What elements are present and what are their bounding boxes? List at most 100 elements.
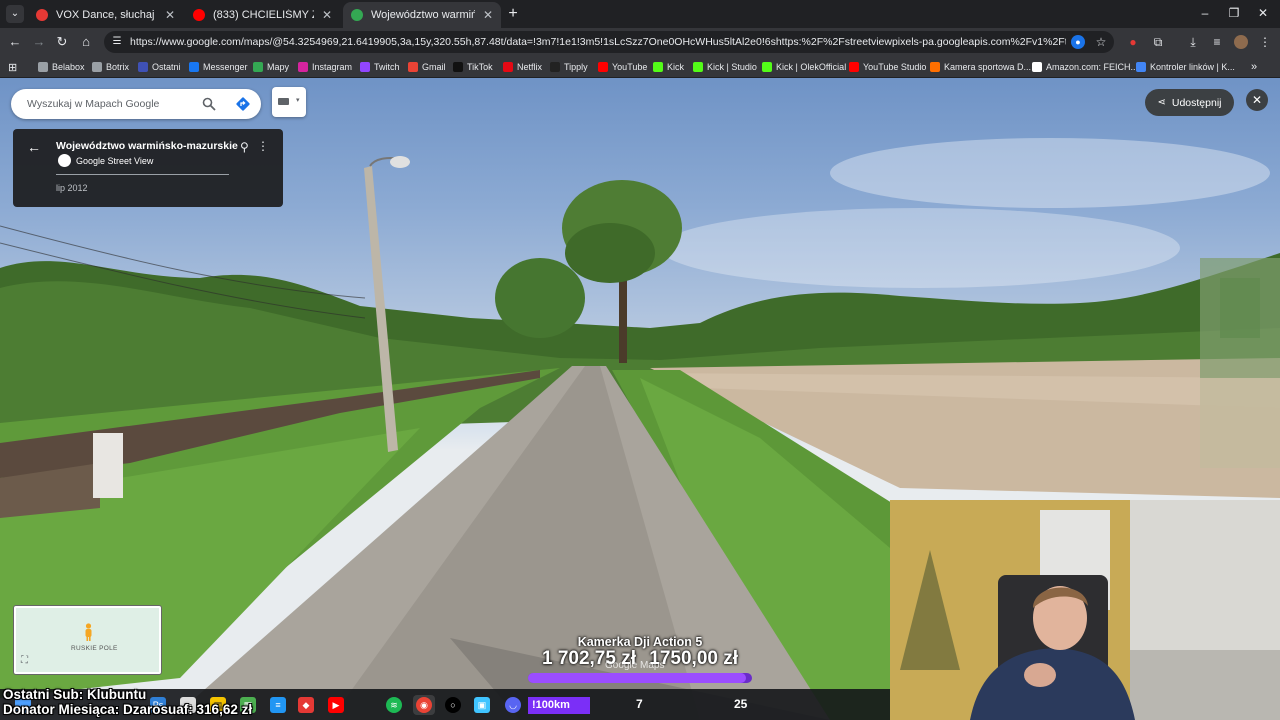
bookmark-item[interactable]: Botrix bbox=[92, 60, 129, 74]
bookmark-item[interactable]: Tipply bbox=[550, 60, 588, 74]
chat-command-label: !100km bbox=[528, 697, 590, 714]
bookmark-favicon-icon bbox=[653, 62, 663, 72]
more-options-icon[interactable]: ⋮ bbox=[257, 139, 269, 153]
minimap[interactable]: RUSKIE POLE ⛶ bbox=[14, 606, 161, 674]
discord-icon[interactable]: ◡ bbox=[505, 697, 521, 713]
counter-a: 7 bbox=[636, 697, 643, 711]
tab-close-icon[interactable]: ✕ bbox=[483, 8, 493, 22]
bookmark-label: Instagram bbox=[312, 62, 353, 72]
tab-favicon-icon bbox=[351, 9, 363, 21]
chrome-menu-icon[interactable]: ⋮ bbox=[1258, 35, 1272, 49]
bookmark-item[interactable]: Kontroler linków | K... bbox=[1136, 60, 1235, 74]
spotify-icon[interactable]: ≋ bbox=[386, 697, 402, 713]
bookmark-label: YouTube Studio bbox=[863, 62, 927, 72]
tab-search-chevron-icon[interactable]: ⌄ bbox=[6, 5, 24, 23]
apps-grid-icon[interactable]: ⊞ bbox=[8, 60, 17, 74]
bookmark-favicon-icon bbox=[503, 62, 513, 72]
bookmark-favicon-icon bbox=[360, 62, 370, 72]
bookmark-item[interactable]: Belabox bbox=[38, 60, 85, 74]
streamer-camera-image bbox=[890, 500, 1280, 720]
search-icon[interactable] bbox=[202, 97, 216, 111]
donation-goal-title: Kamerka Dji Action 5 bbox=[577, 635, 703, 649]
pegman-icon[interactable] bbox=[84, 623, 93, 641]
forward-icon[interactable]: → bbox=[31, 34, 47, 50]
app-icon-3[interactable]: ▣ bbox=[474, 697, 490, 713]
browser-tab[interactable]: VOX Dance, słuchaj na żywo ✕ bbox=[28, 2, 183, 28]
profile-avatar[interactable] bbox=[1234, 35, 1248, 49]
minimap-place-label: RUSKIE POLE bbox=[71, 645, 118, 652]
bookmark-item[interactable]: Kick bbox=[653, 60, 684, 74]
bookmark-item[interactable]: Messenger bbox=[189, 60, 248, 74]
bookmark-star-icon[interactable]: ☆ bbox=[1094, 35, 1108, 49]
capture-date[interactable]: lip 2012 bbox=[56, 183, 88, 193]
bookmarks-bar: ⊞ Belabox Botrix Ostatni Messenger Mapy Insta… bbox=[0, 56, 1280, 78]
more-bookmarks-icon[interactable]: » bbox=[1251, 60, 1257, 74]
share-label: Udostępnij bbox=[1171, 96, 1222, 109]
share-button[interactable]: ⋖ Udostępnij bbox=[1145, 89, 1234, 116]
location-pin-icon[interactable]: ⚲ bbox=[240, 140, 249, 154]
layers-toggle-button[interactable]: ▾ bbox=[272, 87, 306, 117]
bookmark-label: Ostatni bbox=[152, 62, 181, 72]
tab-close-icon[interactable]: ✕ bbox=[322, 8, 332, 22]
notepad-icon[interactable]: ≡ bbox=[270, 697, 286, 713]
bookmark-label: YouTube bbox=[612, 62, 648, 72]
google-maps-watermark: Google Maps bbox=[605, 660, 665, 671]
bookmark-item[interactable]: Kamera sportowa D... bbox=[930, 60, 1031, 74]
minimize-icon[interactable]: – bbox=[1195, 6, 1215, 20]
site-info-icon[interactable]: ☰ bbox=[110, 35, 124, 49]
bookmark-item[interactable]: TikTok bbox=[453, 60, 493, 74]
search-input[interactable]: Wyszukaj w Mapach Google bbox=[27, 89, 159, 119]
bookmark-favicon-icon bbox=[92, 62, 102, 72]
tab-close-icon[interactable]: ✕ bbox=[165, 8, 175, 22]
bookmark-item[interactable]: YouTube bbox=[598, 60, 647, 74]
bookmark-item[interactable]: Mapy bbox=[253, 60, 289, 74]
chrome-icon[interactable]: ◉ bbox=[416, 697, 432, 713]
home-icon[interactable]: ⌂ bbox=[78, 34, 94, 50]
bookmark-favicon-icon bbox=[253, 62, 263, 72]
youtube-icon[interactable]: ▶ bbox=[328, 697, 344, 713]
back-icon[interactable]: ← bbox=[7, 34, 23, 50]
bookmark-label: Tipply bbox=[564, 62, 588, 72]
reload-icon[interactable]: ↻ bbox=[54, 34, 70, 50]
google-lens-icon[interactable]: ● bbox=[1071, 35, 1085, 49]
keyboard-icon bbox=[278, 98, 289, 105]
donation-goal-fill bbox=[528, 673, 746, 683]
directions-icon[interactable] bbox=[235, 96, 251, 112]
street-view-viewport[interactable]: Wyszukaj w Mapach Google ▾ ← Województwo… bbox=[0, 78, 1280, 720]
bookmark-item[interactable]: Twitch bbox=[360, 60, 400, 74]
bookmark-item[interactable]: Netflix bbox=[503, 60, 542, 74]
bookmark-item[interactable]: Kick | OlekOfficial bbox=[762, 60, 846, 74]
bookmark-item[interactable]: Instagram bbox=[298, 60, 352, 74]
bookmark-item[interactable]: Kick | Studio bbox=[693, 60, 757, 74]
donator-text: Donator Miesiąca: Dzarosuaf: 316,62 zł bbox=[3, 702, 253, 717]
bookmark-item[interactable]: YouTube Studio bbox=[849, 60, 926, 74]
extensions-puzzle-icon[interactable]: ⧉ bbox=[1151, 35, 1165, 49]
bookmark-item[interactable]: Amazon.com: FEICH... bbox=[1032, 60, 1138, 74]
back-arrow-icon[interactable]: ← bbox=[27, 139, 41, 155]
expand-map-icon[interactable]: ⛶ bbox=[21, 655, 28, 666]
browser-tab[interactable]: Województwo warmińsko-maz ✕ bbox=[343, 2, 501, 28]
divider bbox=[56, 174, 229, 175]
extension-red-icon[interactable]: ● bbox=[1126, 35, 1140, 49]
bookmark-label: Kick | OlekOfficial bbox=[776, 62, 847, 72]
browser-tab[interactable]: (833) CHCIELIŚMY ZWIEDZIĆ G ✕ bbox=[185, 2, 340, 28]
bookmark-favicon-icon bbox=[598, 62, 608, 72]
maps-search-box[interactable]: Wyszukaj w Mapach Google bbox=[11, 89, 261, 119]
bookmark-item[interactable]: Ostatni bbox=[138, 60, 181, 74]
street-view-info-card: ← Województwo warmińsko-mazurskie Google… bbox=[13, 129, 283, 207]
google-logo-icon bbox=[58, 154, 71, 167]
address-bar[interactable]: ☰ https://www.google.com/maps/@54.325496… bbox=[104, 31, 1114, 53]
downloads-icon[interactable]: ⤓ bbox=[1186, 35, 1200, 49]
close-street-view-button[interactable]: ✕ bbox=[1246, 89, 1268, 111]
bookmark-label: Kick bbox=[667, 62, 685, 72]
new-tab-button[interactable]: + bbox=[504, 5, 522, 23]
window-close-icon[interactable]: ✕ bbox=[1253, 6, 1273, 20]
obs-icon[interactable]: ◆ bbox=[298, 697, 314, 713]
bookmark-favicon-icon bbox=[1136, 62, 1146, 72]
bookmark-item[interactable]: Gmail bbox=[408, 60, 446, 74]
restore-icon[interactable]: ❐ bbox=[1224, 6, 1244, 20]
bookmark-label: Kontroler linków | K... bbox=[1150, 62, 1235, 72]
app-icon-2[interactable]: ○ bbox=[445, 697, 461, 713]
media-controls-icon[interactable]: ≡ bbox=[1210, 35, 1224, 49]
url-text[interactable]: https://www.google.com/maps/@54.3254969,… bbox=[130, 31, 1066, 53]
